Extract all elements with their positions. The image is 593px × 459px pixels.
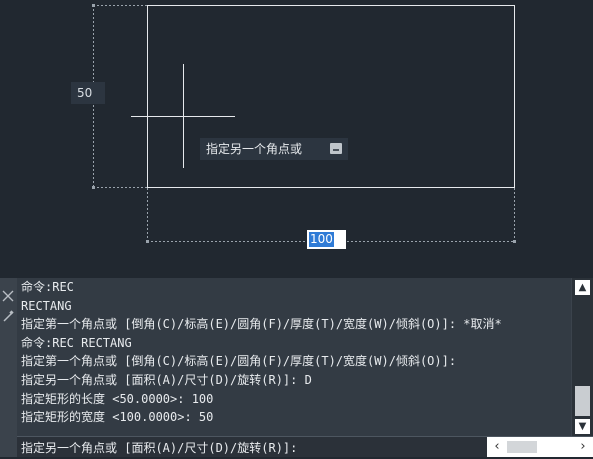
scroll-left-icon[interactable]: ‹ [489,437,505,457]
scroll-thumb[interactable] [575,386,590,416]
scroll-up-icon[interactable]: ▲ [575,280,590,295]
customize-icon[interactable] [2,310,14,322]
history-vertical-scrollbar[interactable]: ▲ ▼ [572,278,593,436]
width-dimension-input[interactable]: 100 [307,230,346,249]
height-dimension-value[interactable]: 50 [71,82,105,104]
command-history[interactable]: 命令:REC RECTANG 指定第一个角点或 [倒角(C)/标高(E)/圆角(… [17,278,571,436]
drawing-canvas[interactable]: 50 指定另一个角点或 100 [0,0,593,276]
scroll-right-icon[interactable]: › [575,437,591,457]
history-line: 命令:REC RECTANG [21,335,132,350]
horizontal-scroll-thumb[interactable] [507,441,537,453]
rectangle-preview [147,5,515,188]
command-input[interactable] [17,437,485,459]
command-input-row: ‹ › [17,436,593,459]
tooltip-text: 指定另一个角点或 [206,142,303,156]
history-line: RECTANG [21,298,72,313]
history-line: 指定矩形的宽度 <100.0000>: 50 [21,410,214,425]
history-line: 指定第一个角点或 [倒角(C)/标高(E)/圆角(F)/厚度(T)/宽度(W)/… [21,354,457,369]
command-window-toolbar [0,278,17,457]
scroll-down-icon[interactable]: ▼ [575,419,590,434]
history-line: 指定另一个角点或 [面积(A)/尺寸(D)/旋转(R)]: D [21,372,312,387]
width-dimension-value[interactable]: 100 [309,232,334,247]
history-line: 命令:REC [21,280,74,294]
dynamic-input-tooltip: 指定另一个角点或 [200,138,348,160]
history-line: 指定第一个角点或 [倒角(C)/标高(E)/圆角(F)/厚度(T)/宽度(W)/… [21,317,502,332]
command-window: 命令:REC RECTANG 指定第一个角点或 [倒角(C)/标高(E)/圆角(… [0,278,593,459]
command-horizontal-scrollbar[interactable]: ‹ › [487,437,593,457]
close-icon[interactable] [2,290,14,302]
history-line: 指定矩形的长度 <50.0000>: 100 [21,391,214,406]
keyboard-icon[interactable] [330,143,342,154]
